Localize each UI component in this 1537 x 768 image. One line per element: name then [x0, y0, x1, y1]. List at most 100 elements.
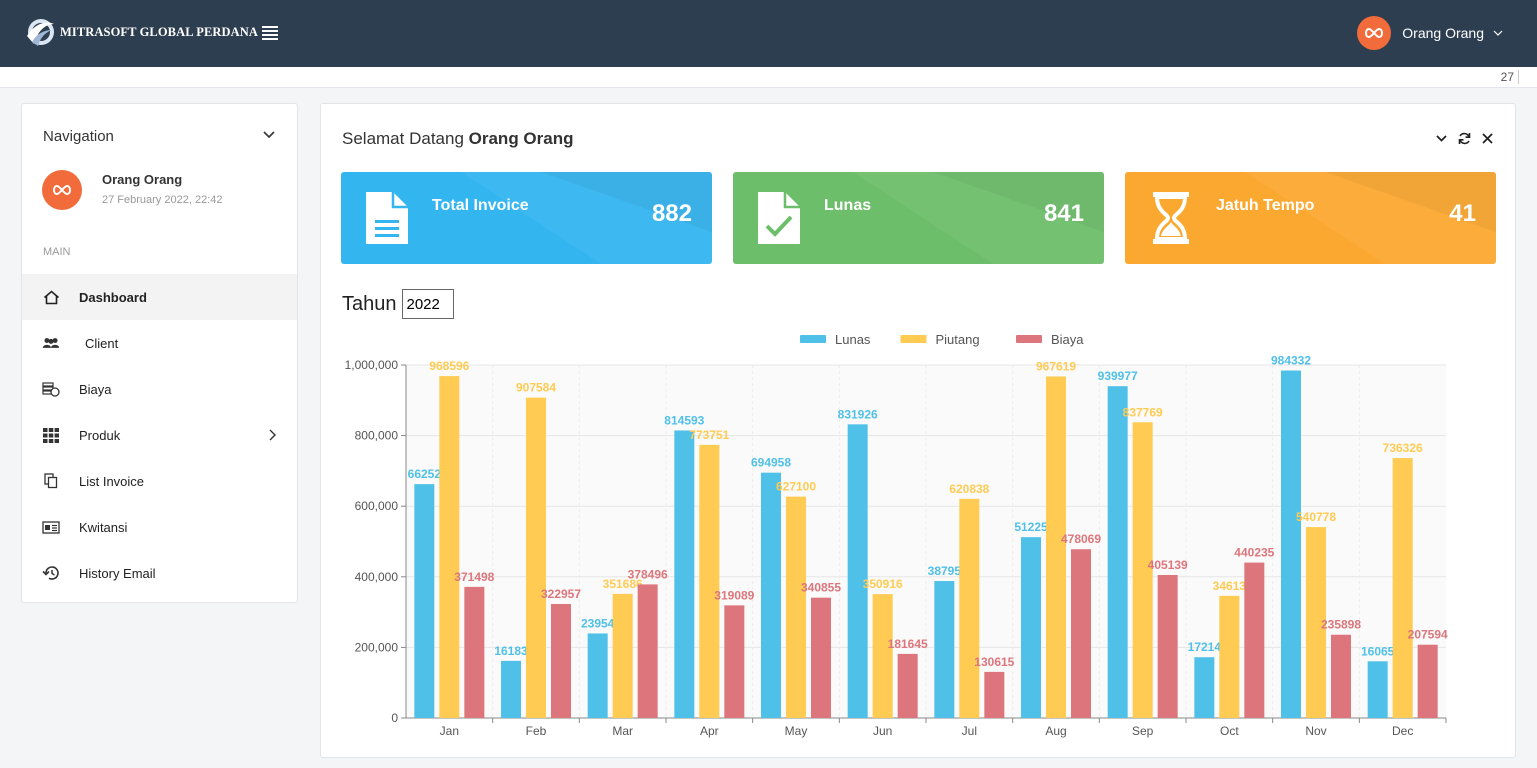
hourglass-icon	[1153, 192, 1189, 244]
avatar	[42, 170, 82, 210]
y-tick-label: 800,000	[355, 429, 399, 443]
bar-biaya	[724, 605, 745, 718]
sidebar-item-list-invoice[interactable]: List Invoice	[22, 458, 297, 504]
stat-value: 882	[651, 200, 692, 227]
welcome-user-name: Orang Orang	[468, 129, 574, 148]
bar-biaya	[1417, 644, 1438, 718]
infinity-icon	[1365, 27, 1384, 39]
data-label: 16065	[1361, 644, 1395, 658]
bar-lunas	[1107, 386, 1128, 718]
bar-lunas	[761, 472, 781, 718]
sidebar-item-dashboard[interactable]: Dashboard	[22, 274, 297, 320]
bar-piutang	[959, 498, 980, 718]
sidebar-item-history-email[interactable]: History Email	[22, 550, 297, 596]
avatar	[1357, 16, 1392, 50]
data-label: 405139	[1148, 558, 1188, 572]
stat-card-lunas[interactable]: Lunas 841	[733, 172, 1104, 264]
grid-icon	[42, 426, 60, 444]
sidebar-item-label: List Invoice	[79, 473, 145, 489]
data-label: 319089	[714, 588, 754, 602]
sidebar-item-client[interactable]: Client	[22, 320, 297, 366]
sub-bar: 27	[0, 67, 1537, 88]
bar-biaya	[984, 671, 1005, 718]
data-label: 440235	[1234, 546, 1274, 560]
sidebar-item-kwitansi[interactable]: Kwitansi	[22, 504, 297, 550]
bar-lunas	[674, 430, 695, 718]
data-label: 814593	[664, 413, 704, 427]
close-icon[interactable]	[1480, 131, 1495, 146]
data-label: 837769	[1123, 405, 1163, 419]
money-icon	[42, 380, 60, 398]
bar-lunas	[1367, 661, 1388, 718]
sidebar-section-label: MAIN	[43, 246, 71, 258]
bar-biaya	[637, 584, 658, 718]
y-tick-label: 1,000,000	[345, 358, 399, 372]
data-label: 340855	[801, 581, 841, 595]
x-tick-label: Jan	[440, 724, 459, 738]
data-label: 17214	[1188, 640, 1222, 654]
sidebar-item-biaya[interactable]: Biaya	[22, 366, 297, 412]
sidebar-item-label: Produk	[79, 427, 121, 443]
data-label: 773751	[689, 428, 729, 442]
bar-biaya	[897, 653, 918, 718]
document-icon	[366, 192, 408, 244]
collapse-icon[interactable]	[1434, 131, 1449, 146]
data-label: 66252	[408, 467, 442, 481]
data-label: 907584	[516, 381, 556, 395]
legend-label: Lunas	[835, 332, 871, 347]
x-tick-label: Jul	[962, 724, 977, 738]
year-filter: Tahun	[342, 289, 454, 319]
y-tick-label: 400,000	[355, 570, 399, 584]
sidebar-title: Navigation	[43, 128, 114, 145]
x-tick-label: Feb	[526, 724, 547, 738]
dashboard-panel: Selamat Datang Orang Orang Total Invoice…	[320, 103, 1516, 758]
users-icon	[42, 334, 60, 352]
bar-piutang	[1219, 595, 1240, 718]
panel-tools	[1434, 131, 1495, 146]
stat-card-jatuh-tempo[interactable]: Jatuh Tempo 41	[1125, 172, 1496, 264]
chevron-down-icon	[1493, 30, 1503, 36]
x-tick-label: May	[785, 724, 808, 738]
user-name: Orang Orang	[1402, 25, 1484, 41]
data-label: 23954	[581, 616, 615, 630]
legend-swatch	[900, 335, 927, 343]
sidebar-item-label: Biaya	[79, 381, 112, 397]
bar-lunas	[934, 581, 955, 718]
chevron-right-icon	[269, 429, 276, 441]
menu-toggle-icon[interactable]	[262, 26, 278, 40]
stat-card-total-invoice[interactable]: Total Invoice 882	[341, 172, 712, 264]
data-label: 736326	[1383, 441, 1423, 455]
data-label: 130615	[974, 655, 1014, 669]
x-tick-label: Dec	[1392, 724, 1413, 738]
year-input[interactable]	[401, 289, 454, 319]
bar-lunas	[847, 424, 868, 718]
brand-name: MITRASOFT GLOBAL PERDANA	[60, 24, 259, 39]
x-tick-label: Apr	[700, 724, 719, 738]
x-tick-label: Oct	[1220, 724, 1239, 738]
x-tick-label: Aug	[1045, 724, 1066, 738]
brand[interactable]: MITRASOFT GLOBAL PERDANA	[24, 14, 258, 50]
stat-value: 41	[1449, 200, 1476, 227]
bar-lunas	[1281, 370, 1301, 718]
bar-piutang	[439, 376, 460, 718]
welcome-title: Selamat Datang Orang Orang	[342, 129, 574, 149]
legend-swatch	[1016, 335, 1042, 343]
data-label: 322957	[541, 587, 581, 601]
data-label: 540778	[1296, 510, 1336, 524]
refresh-icon[interactable]	[1457, 131, 1472, 146]
data-label: 38795	[928, 564, 962, 578]
top-navbar: MITRASOFT GLOBAL PERDANA Orang Orang	[0, 0, 1537, 67]
data-label: 207594	[1408, 628, 1448, 642]
bar-piutang	[1046, 376, 1066, 718]
sidebar-item-produk[interactable]: Produk	[22, 412, 297, 458]
data-label: 984332	[1271, 354, 1311, 368]
data-label: 939977	[1098, 369, 1138, 383]
user-menu[interactable]: Orang Orang	[1357, 16, 1503, 50]
chevron-down-icon[interactable]	[263, 130, 275, 140]
sidebar-item-label: Client	[85, 335, 119, 351]
data-label: 694958	[751, 456, 791, 470]
bar-piutang	[612, 593, 633, 718]
sub-bar-number: 27	[1501, 70, 1519, 84]
document-check-icon	[758, 192, 800, 244]
legend-swatch	[800, 335, 826, 343]
